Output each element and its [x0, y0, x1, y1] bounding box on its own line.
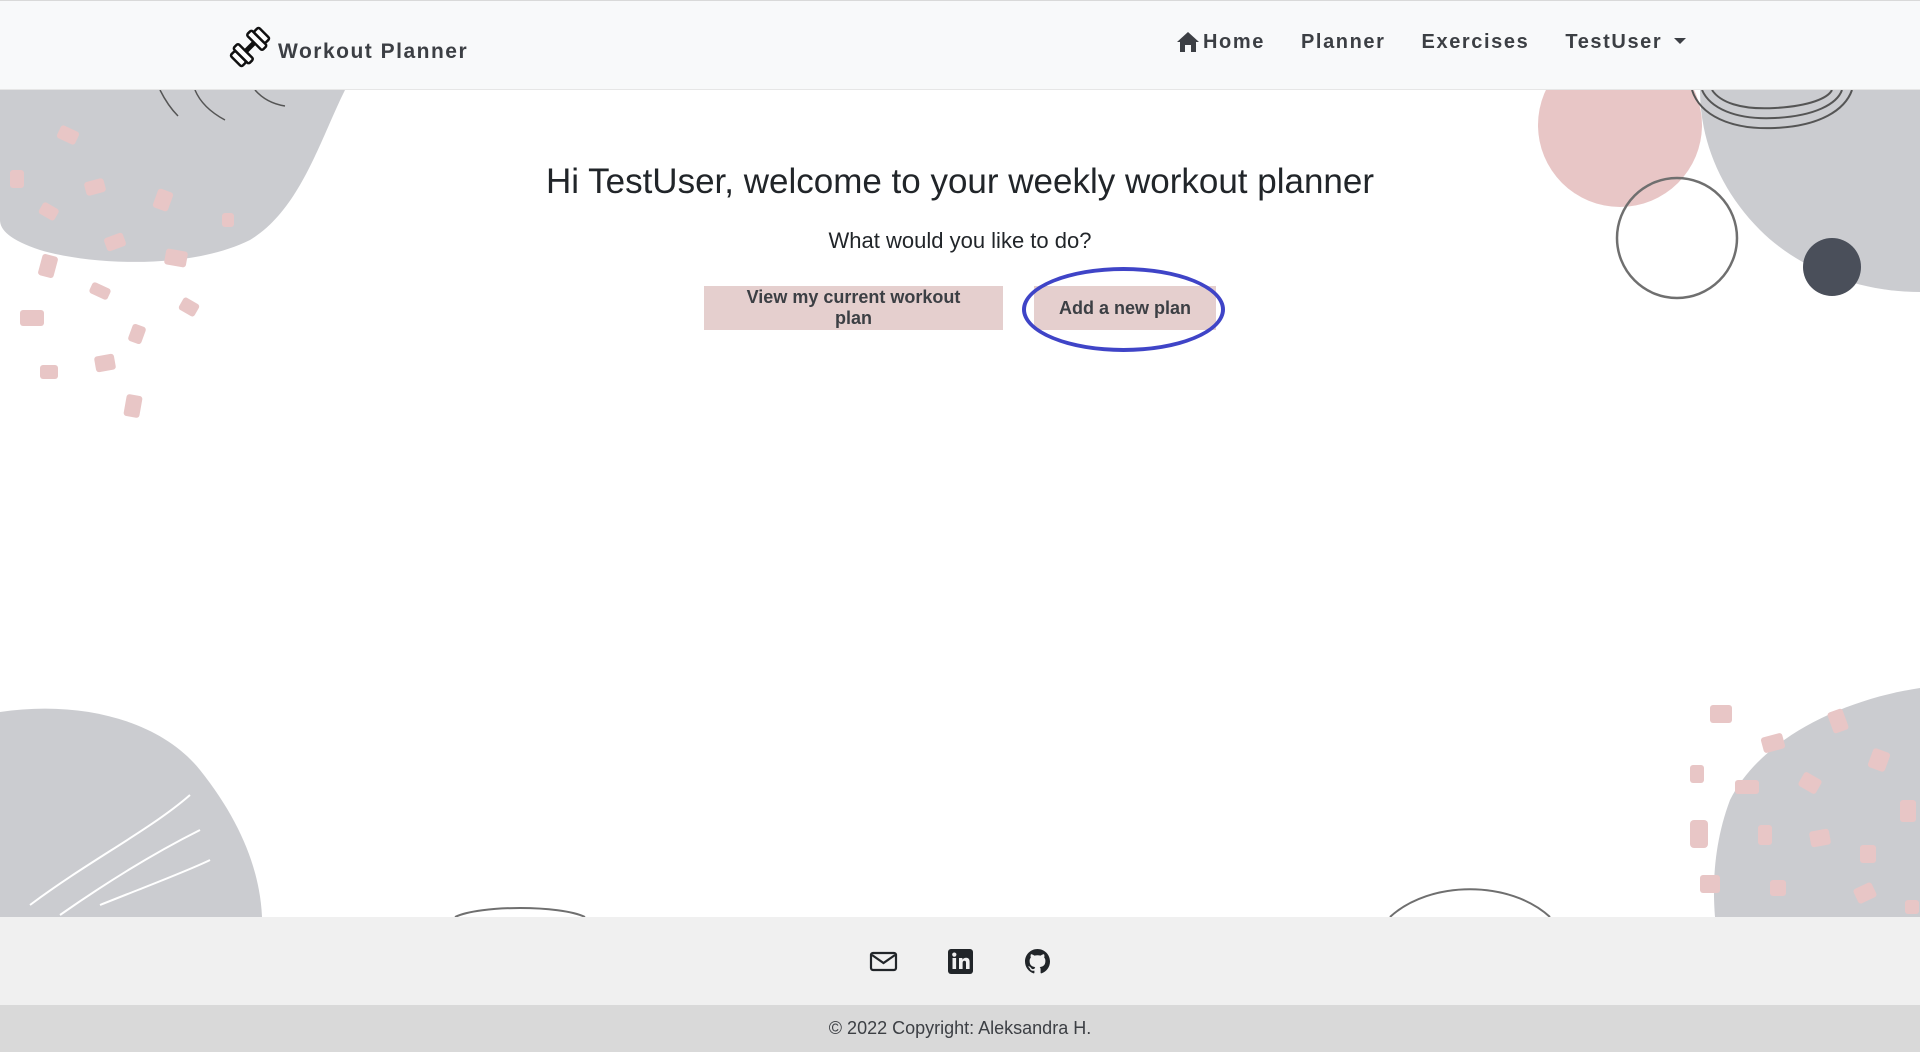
home-icon: [1177, 31, 1199, 52]
github-icon: [1024, 948, 1050, 973]
envelope-icon: [869, 951, 897, 971]
nav-home-label: Home: [1203, 31, 1265, 53]
prompt-question: What would you like to do?: [828, 228, 1092, 253]
footer-social: [0, 917, 1920, 1005]
brand-text: Workout Planner: [278, 40, 469, 63]
action-buttons: View my current workout plan Add a new p…: [0, 267, 1920, 352]
main-content: Hi TestUser, welcome to your weekly work…: [0, 90, 1920, 352]
linkedin-link[interactable]: [946, 947, 975, 976]
view-plan-button[interactable]: View my current workout plan: [704, 286, 1003, 330]
welcome-heading: Hi TestUser, welcome to your weekly work…: [545, 162, 1375, 201]
nav-planner[interactable]: Planner: [1301, 31, 1386, 54]
nav-user-label: TestUser: [1565, 31, 1663, 53]
brand-link[interactable]: Workout Planner: [228, 25, 468, 69]
navbar: Workout Planner Home Planner Exercises T…: [0, 0, 1920, 90]
nav-exercises[interactable]: Exercises: [1422, 31, 1530, 54]
github-link[interactable]: [1023, 947, 1052, 976]
page: Workout Planner Home Planner Exercises T…: [0, 0, 1920, 1052]
caret-down-icon: [1674, 37, 1687, 44]
nav-links: Home Planner Exercises TestUser: [1175, 31, 1687, 54]
footer-copyright: © 2022 Copyright: Aleksandra H.: [0, 1005, 1920, 1052]
dumbbell-icon: [229, 26, 271, 68]
linkedin-icon: [947, 948, 973, 974]
add-plan-button[interactable]: Add a new plan: [1034, 286, 1216, 330]
nav-home[interactable]: Home: [1175, 31, 1265, 54]
nav-user-dropdown[interactable]: TestUser: [1565, 31, 1687, 54]
email-link[interactable]: [869, 947, 898, 976]
